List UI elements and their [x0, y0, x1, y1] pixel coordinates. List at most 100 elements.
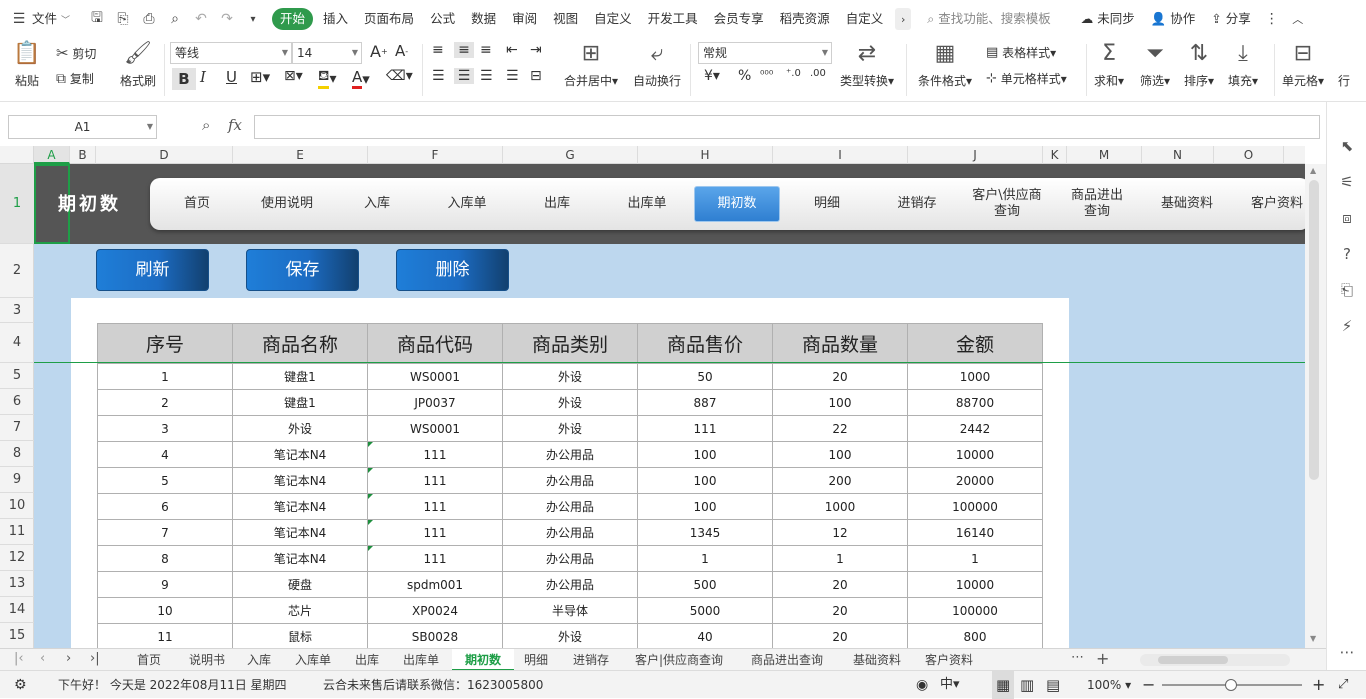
collaborate-button[interactable]: 👤 协作 [1143, 0, 1204, 38]
underline-button[interactable]: U [226, 68, 237, 86]
macro-icon[interactable]: ⚙ [14, 671, 27, 699]
select-all-corner[interactable] [0, 146, 34, 164]
nav-button[interactable]: 期初数 [694, 186, 780, 222]
table-cell[interactable]: 100 [637, 493, 773, 520]
table-cell[interactable]: 外设 [502, 415, 638, 442]
table-cell[interactable]: 16140 [907, 519, 1043, 546]
print-preview-icon[interactable]: ⌕ [162, 0, 188, 38]
bold-button[interactable]: B [172, 68, 196, 90]
table-cell[interactable]: 6 [97, 493, 233, 520]
more-tabs-icon[interactable]: › [895, 8, 912, 30]
table-cell[interactable]: 外设 [502, 363, 638, 390]
table-cell[interactable]: 办公用品 [502, 493, 638, 520]
table-cell[interactable]: 1 [907, 545, 1043, 572]
prev-sheet-icon[interactable]: ‹ [40, 651, 45, 666]
adjust-icon[interactable]: ⚟ [1337, 172, 1357, 192]
table-cell[interactable]: 笔记本N4 [232, 519, 368, 546]
zoom-slider-thumb[interactable] [1225, 679, 1237, 691]
justify-button[interactable]: ☰ [506, 68, 519, 84]
formula-input[interactable] [254, 115, 1320, 139]
sheet-structure-icon[interactable]: ⧈ [1337, 208, 1357, 228]
more-options-icon[interactable]: ⋯ [1337, 642, 1357, 662]
first-sheet-icon[interactable]: |‹ [14, 651, 24, 666]
table-cell[interactable]: 8 [97, 545, 233, 572]
nav-button[interactable]: 基础资料 [1144, 186, 1230, 222]
distribute-button[interactable]: ⊟ [530, 68, 542, 84]
fill-button[interactable]: ⤓ 填充▾ [1228, 42, 1258, 89]
row-header[interactable]: 5 [0, 363, 34, 389]
quick-access-dropdown-icon[interactable]: ▾ [240, 0, 266, 38]
table-cell[interactable]: JP0037 [367, 389, 503, 416]
table-cell[interactable]: 100000 [907, 493, 1043, 520]
row-header[interactable]: 15 [0, 623, 34, 649]
menu-tab[interactable]: 自定义 [838, 0, 892, 38]
table-cell[interactable]: 20 [772, 623, 908, 648]
sheet-tab[interactable]: 明细 [514, 649, 558, 671]
table-cell[interactable]: WS0001 [367, 415, 503, 442]
sheet-tab[interactable]: 进销存 [558, 649, 624, 671]
table-cell[interactable]: 100000 [907, 597, 1043, 624]
row-header[interactable]: 7 [0, 415, 34, 441]
fill-pattern-button[interactable]: ⊠▾ [284, 68, 303, 84]
align-bottom-button[interactable]: ≡ [480, 42, 492, 58]
input-method-icon[interactable]: 中▾ [940, 671, 960, 699]
thousands-button[interactable]: ⁰⁰⁰ [760, 68, 773, 81]
table-cell[interactable]: 外设 [502, 623, 638, 648]
align-middle-button[interactable]: ≡ [454, 42, 474, 58]
horizontal-scroll-thumb[interactable] [1158, 656, 1228, 664]
fill-color-button[interactable]: ⛾ ▾ [318, 68, 336, 89]
table-cell[interactable]: XP0024 [367, 597, 503, 624]
cut-button[interactable]: ✂ 剪切 [56, 44, 96, 62]
increase-decimal-button[interactable]: ⁺.0 [786, 68, 801, 79]
row-header[interactable]: 8 [0, 441, 34, 467]
table-cell[interactable]: 鼠标 [232, 623, 368, 648]
font-color-button[interactable]: A ▾ [352, 68, 370, 89]
name-box[interactable]: A1 ▼ [8, 115, 157, 139]
column-header[interactable]: H [638, 146, 773, 164]
more-sheets-icon[interactable]: ⋯ [1071, 650, 1084, 665]
column-header[interactable]: D [96, 146, 233, 164]
nav-button[interactable]: 出库 [514, 186, 600, 222]
table-cell[interactable]: 2 [97, 389, 233, 416]
table-cell[interactable]: 22 [772, 415, 908, 442]
table-cell[interactable]: 12 [772, 519, 908, 546]
indent-decrease-button[interactable]: ⇤ [506, 42, 518, 58]
table-cell[interactable]: 111 [367, 441, 503, 468]
menu-tab[interactable]: 页面布局 [356, 0, 422, 38]
column-header[interactable]: M [1067, 146, 1142, 164]
undo-icon[interactable]: ↶ [188, 0, 214, 38]
row-header[interactable]: 9 [0, 467, 34, 493]
last-sheet-icon[interactable]: ›| [90, 651, 100, 666]
table-cell[interactable]: 111 [367, 519, 503, 546]
column-header[interactable]: B [70, 146, 96, 164]
nav-button[interactable]: 客户\供应商 查询 [964, 186, 1050, 222]
sheet-tab[interactable]: 出库单 [390, 649, 452, 671]
refresh-button[interactable]: 刷新 [96, 249, 209, 291]
table-cell[interactable]: 外设 [232, 415, 368, 442]
zoom-slider[interactable] [1162, 679, 1302, 691]
percent-button[interactable]: % [738, 68, 751, 84]
search-box[interactable]: ⌕ 查找功能、搜索模板 [919, 0, 1059, 38]
save-icon[interactable]: 🖫 [84, 0, 110, 38]
menu-tab[interactable]: 稻壳资源 [772, 0, 838, 38]
sheet-tab[interactable]: 期初数 [452, 649, 514, 671]
table-cell[interactable]: 笔记本N4 [232, 441, 368, 468]
sheet-tab[interactable]: 入库 [236, 649, 282, 671]
row-header[interactable]: 2 [0, 244, 34, 298]
table-cell[interactable]: 100 [637, 441, 773, 468]
table-cell[interactable]: 办公用品 [502, 545, 638, 572]
menu-tab[interactable]: 自定义 [586, 0, 640, 38]
table-cell[interactable]: 7 [97, 519, 233, 546]
sheet-tab[interactable]: 商品进出查询 [734, 649, 840, 671]
table-cell[interactable]: 芯片 [232, 597, 368, 624]
zoom-in-icon[interactable]: + [1312, 671, 1325, 699]
table-cell[interactable]: 111 [367, 493, 503, 520]
table-cell[interactable]: 100 [772, 389, 908, 416]
sheet-tab[interactable]: 入库单 [282, 649, 344, 671]
eye-protection-icon[interactable]: ◉ [916, 671, 928, 699]
export-pdf-icon[interactable]: ⎘ [110, 0, 136, 38]
menu-tab[interactable]: 数据 [463, 0, 504, 38]
row-header[interactable]: 10 [0, 493, 34, 519]
table-cell[interactable]: 800 [907, 623, 1043, 648]
nav-button[interactable]: 出库单 [604, 186, 690, 222]
